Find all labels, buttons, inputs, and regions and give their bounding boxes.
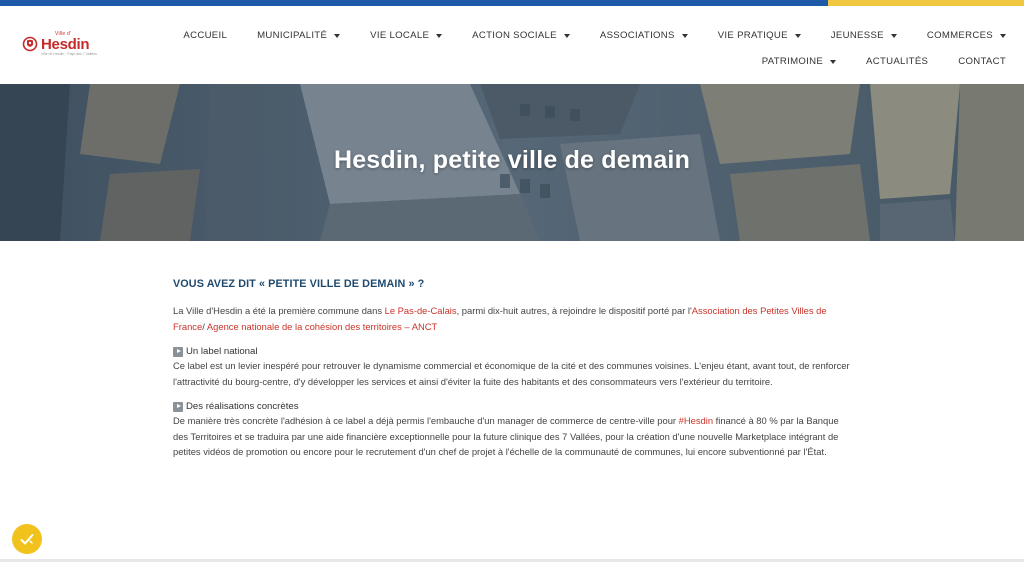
- site-logo[interactable]: Ville d' Hesdin Ville de Hesdin · Pays d…: [22, 32, 97, 57]
- page-title: Hesdin, petite ville de demain: [333, 146, 691, 174]
- link-pas-de-calais[interactable]: Le Pas-de-Calais: [385, 305, 457, 316]
- nav-actualites[interactable]: ACTUALITÉS: [866, 56, 928, 67]
- section-text: Ce label est un levier inespéré pour ret…: [173, 360, 850, 387]
- main-nav-row-1: ACCUEIL MUNICIPALITÉ VIE LOCALE ACTION S…: [183, 30, 1006, 41]
- coat-of-arms-icon: [22, 36, 38, 52]
- caret-down-icon: [436, 33, 443, 38]
- logo-tagline: Ville de Hesdin · Pays des 7 Vallées: [41, 52, 97, 56]
- link-anct[interactable]: Agence nationale de la cohésion des terr…: [207, 321, 437, 332]
- caret-down-icon: [830, 59, 837, 64]
- nav-associations[interactable]: ASSOCIATIONS: [600, 30, 688, 41]
- article-heading: VOUS AVEZ DIT « PETITE VILLE DE DEMAIN »…: [173, 278, 425, 290]
- logo-name: Hesdin: [41, 36, 90, 53]
- nav-jeunesse[interactable]: JEUNESSE: [831, 30, 897, 41]
- nav-municipalite[interactable]: MUNICIPALITÉ: [257, 30, 341, 41]
- nav-vie-pratique[interactable]: VIE PRATIQUE: [718, 30, 801, 41]
- nav-action-sociale[interactable]: ACTION SOCIALE: [472, 30, 570, 41]
- check-sparkle-icon: [20, 534, 34, 545]
- section-title: Des réalisations concrètes: [186, 401, 299, 412]
- section-text: De manière très concrète l'adhésion à ce…: [173, 415, 839, 457]
- nav-vie-locale[interactable]: VIE LOCALE: [370, 30, 443, 41]
- caret-down-icon: [334, 33, 341, 38]
- link-hashtag-hesdin[interactable]: #Hesdin: [679, 415, 713, 426]
- section-label-national: Un label national: [173, 346, 853, 357]
- article-content: VOUS AVEZ DIT « PETITE VILLE DE DEMAIN »…: [173, 278, 853, 460]
- hero-banner: Hesdin, petite ville de demain: [0, 84, 1024, 241]
- play-icon: [173, 346, 183, 357]
- caret-down-icon: [1000, 33, 1006, 38]
- caret-down-icon: [681, 33, 688, 38]
- caret-down-icon: [794, 33, 801, 38]
- play-icon: [173, 401, 183, 412]
- accessibility-button[interactable]: [12, 524, 42, 554]
- site-header: Ville d' Hesdin Ville de Hesdin · Pays d…: [0, 6, 1024, 84]
- caret-down-icon: [563, 33, 570, 38]
- nav-accueil[interactable]: ACCUEIL: [183, 30, 227, 41]
- caret-down-icon: [890, 33, 897, 38]
- nav-patrimoine[interactable]: PATRIMOINE: [762, 56, 837, 67]
- section-realisations: Des réalisations concrètes: [173, 401, 853, 412]
- section-title: Un label national: [186, 346, 258, 357]
- nav-contact[interactable]: CONTACT: [958, 56, 1006, 67]
- nav-commerces[interactable]: COMMERCES: [927, 30, 1006, 41]
- main-nav-row-2: PATRIMOINE ACTUALITÉS CONTACT: [762, 56, 1006, 67]
- intro-paragraph: La Ville d'Hesdin a été la première comm…: [173, 305, 827, 332]
